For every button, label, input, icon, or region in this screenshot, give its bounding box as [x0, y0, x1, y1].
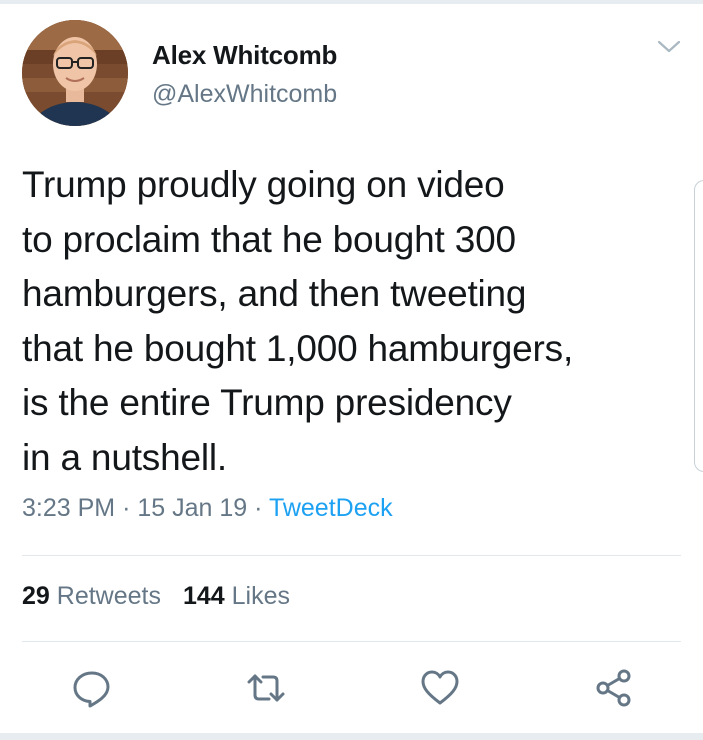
tweet-metadata: 3:23 PM · 15 Jan 19 · TweetDeck — [22, 494, 393, 523]
tweet-line: in a nutshell. — [22, 436, 227, 478]
tweet-line: Trump proudly going on video — [22, 164, 505, 205]
likes-label: Likes — [231, 582, 291, 610]
meta-separator: · — [122, 494, 131, 522]
likes-count: 144 — [182, 582, 225, 610]
reply-icon[interactable] — [70, 666, 114, 710]
divider — [22, 555, 681, 556]
tweet-source-link[interactable]: TweetDeck — [269, 494, 393, 522]
retweet-icon[interactable] — [244, 666, 288, 710]
tweet-time: 3:23 PM — [22, 494, 116, 522]
tweet-line: is the entire Trump presidency — [22, 382, 512, 423]
top-divider — [0, 0, 703, 4]
tweet-line: to proclaim that he bought 300 — [22, 218, 516, 260]
divider — [22, 641, 681, 642]
display-name[interactable]: Alex Whitcomb — [152, 40, 337, 71]
avatar[interactable] — [22, 20, 128, 126]
retweets-stat[interactable]: 29 Retweets — [22, 582, 161, 610]
tweet-stats: 29 Retweets 144 Likes — [22, 582, 290, 611]
retweets-label: Retweets — [56, 582, 161, 610]
chevron-down-icon[interactable] — [656, 38, 682, 56]
tweet-text: Trump proudly going on video to proclaim… — [22, 158, 692, 485]
tweet-date: 15 Jan 19 — [137, 494, 248, 522]
heart-icon[interactable] — [418, 666, 462, 710]
tweet-line: hamburgers, and then tweeting — [22, 273, 527, 314]
share-icon[interactable] — [592, 666, 636, 710]
retweets-count: 29 — [22, 582, 50, 610]
user-handle[interactable]: @AlexWhitcomb — [152, 80, 337, 109]
scroll-edge — [694, 180, 703, 472]
tweet-line: that he bought 1,000 hamburgers, — [22, 327, 574, 369]
meta-separator: · — [254, 494, 263, 522]
bottom-divider — [0, 733, 703, 740]
avatar-image — [22, 20, 128, 126]
likes-stat[interactable]: 144 Likes — [183, 582, 290, 610]
